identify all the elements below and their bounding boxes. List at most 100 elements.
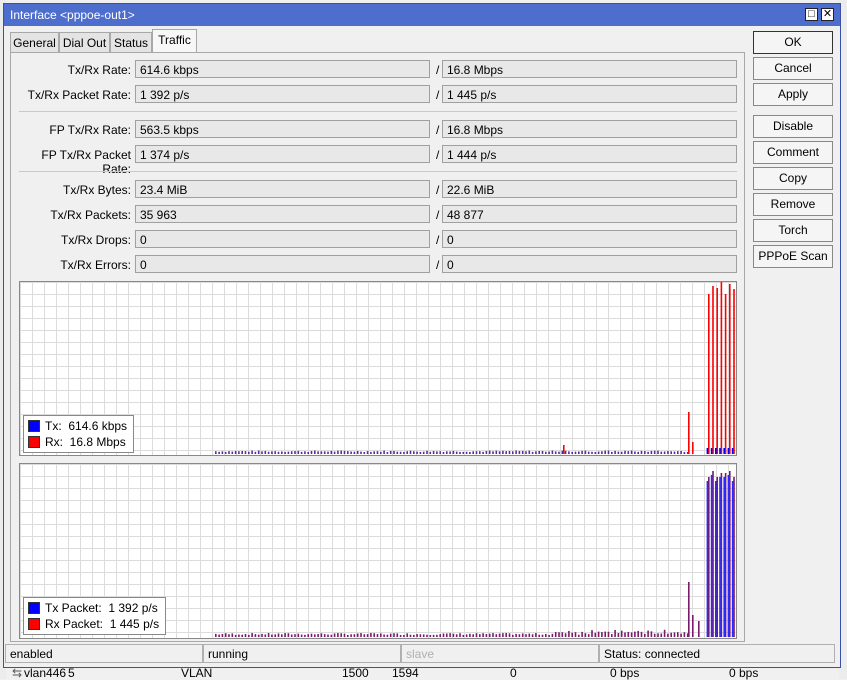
packet-bar [228, 634, 230, 637]
packet-bar [719, 477, 721, 637]
fp-txrx-packet-rate-row: FP Tx/Rx Packet Rate: 1 374 p/s / 1 444 … [11, 145, 741, 176]
txrx-rate-label: Tx/Rx Rate: [67, 63, 131, 77]
packet-bar [673, 632, 676, 637]
txrx-drops-row: Tx/Rx Drops: 0 / 0 [11, 230, 741, 250]
packet-bar [343, 633, 346, 637]
torch-button[interactable]: Torch [753, 219, 833, 242]
traffic-bar [502, 450, 504, 454]
traffic-bar [677, 451, 679, 454]
packet-bar [683, 632, 686, 637]
packet-bar [419, 634, 422, 637]
packet-bar [459, 633, 461, 637]
traffic-bar [650, 450, 653, 454]
copy-button[interactable]: Copy [753, 167, 833, 190]
packet-bar [284, 633, 286, 637]
packet-bar [399, 634, 402, 637]
traffic-bar [429, 451, 432, 454]
packet-bar [317, 634, 319, 637]
rx-bytes-field: 22.6 MiB [442, 180, 737, 198]
packet-bar [238, 634, 240, 637]
traffic-bar [657, 450, 659, 454]
traffic-bar [350, 451, 352, 454]
tx-errors-field: 0 [135, 255, 430, 273]
traffic-bar [574, 451, 577, 454]
traffic-bar [406, 451, 408, 454]
packet-bar [650, 631, 653, 637]
packet-bar [614, 629, 616, 637]
traffic-bar [508, 451, 511, 454]
remove-button[interactable]: Remove [753, 193, 833, 216]
packet-bar [492, 633, 494, 637]
traffic-bar [706, 448, 709, 454]
traffic-bar [505, 451, 507, 454]
traffic-bar [604, 450, 606, 454]
packet-bar [300, 634, 303, 637]
background-interface-row[interactable]: ⇆ vlan446 5 VLAN 1500 1594 0 0 bps 0 bps [0, 666, 847, 680]
rx-swatch [28, 436, 40, 448]
traffic-bar [644, 451, 646, 454]
traffic-bar [515, 450, 517, 454]
packet-bar [574, 632, 577, 637]
rx-drops-field: 0 [442, 230, 737, 248]
tab-status[interactable]: Status [110, 32, 152, 52]
packet-bar [363, 634, 366, 637]
title-bar[interactable]: Interface <pppoe-out1> □ ✕ [4, 4, 840, 26]
traffic-bar [231, 451, 234, 454]
traffic-bar [660, 451, 663, 454]
traffic-bar [558, 451, 560, 454]
legend-tx: Tx: 614.6 kbps [28, 418, 127, 434]
packet-bar [432, 634, 435, 637]
packet-bar [281, 634, 283, 637]
traffic-bar [692, 442, 694, 454]
packet-bar [723, 477, 725, 637]
txrx-rate-row: Tx/Rx Rate: 614.6 kbps / 16.8 Mbps [11, 60, 741, 80]
packets-legend: Tx Packet: 1 392 p/s Rx Packet: 1 445 p/… [23, 597, 167, 635]
packet-bar [218, 634, 220, 637]
traffic-bar [710, 448, 713, 454]
traffic-bar [727, 448, 730, 454]
tab-dial-out[interactable]: Dial Out [59, 32, 110, 52]
traffic-bar [733, 289, 735, 454]
traffic-bar [535, 451, 537, 454]
txrx-bytes-row: Tx/Rx Bytes: 23.4 MiB / 22.6 MiB [11, 180, 741, 200]
packet-bar [264, 634, 267, 637]
traffic-bar [670, 451, 672, 454]
fp-tx-packet-rate-field: 1 374 p/s [135, 145, 430, 163]
fp-rx-rate-field: 16.8 Mbps [442, 120, 737, 138]
packet-bar [366, 634, 369, 637]
traffic-bar [373, 451, 375, 454]
close-icon[interactable]: ✕ [821, 8, 834, 21]
packet-bar [724, 473, 727, 637]
traffic-bar [409, 450, 412, 454]
traffic-bar [422, 451, 425, 454]
tab-general[interactable]: General [10, 32, 59, 52]
ok-button[interactable]: OK [753, 31, 833, 54]
packet-bar [541, 634, 544, 637]
apply-button[interactable]: Apply [753, 83, 833, 106]
packet-bar [647, 630, 649, 637]
packet-bar [485, 634, 488, 637]
traffic-bar [446, 451, 448, 454]
packet-bar [215, 633, 217, 637]
comment-button[interactable]: Comment [753, 141, 833, 164]
packet-bar [601, 632, 603, 637]
pppoe-scan-button[interactable]: PPPoE Scan [753, 245, 833, 268]
packet-bar [568, 630, 570, 637]
packet-bar [436, 634, 438, 637]
packet-bar [498, 633, 501, 637]
row-count: 0 [510, 666, 517, 680]
tab-traffic[interactable]: Traffic [152, 29, 197, 54]
packet-bar [720, 473, 723, 637]
packet-bar [624, 632, 626, 637]
disable-button[interactable]: Disable [753, 115, 833, 138]
traffic-bar [594, 451, 597, 454]
packet-bar [521, 633, 524, 637]
cancel-button[interactable]: Cancel [753, 57, 833, 80]
maximize-icon[interactable]: □ [805, 8, 818, 21]
packet-bar [261, 633, 263, 637]
packet-bar [558, 632, 560, 637]
packet-bar [373, 633, 375, 637]
packet-bar [657, 633, 659, 637]
traffic-bar [492, 451, 494, 454]
packet-bar [465, 634, 468, 637]
